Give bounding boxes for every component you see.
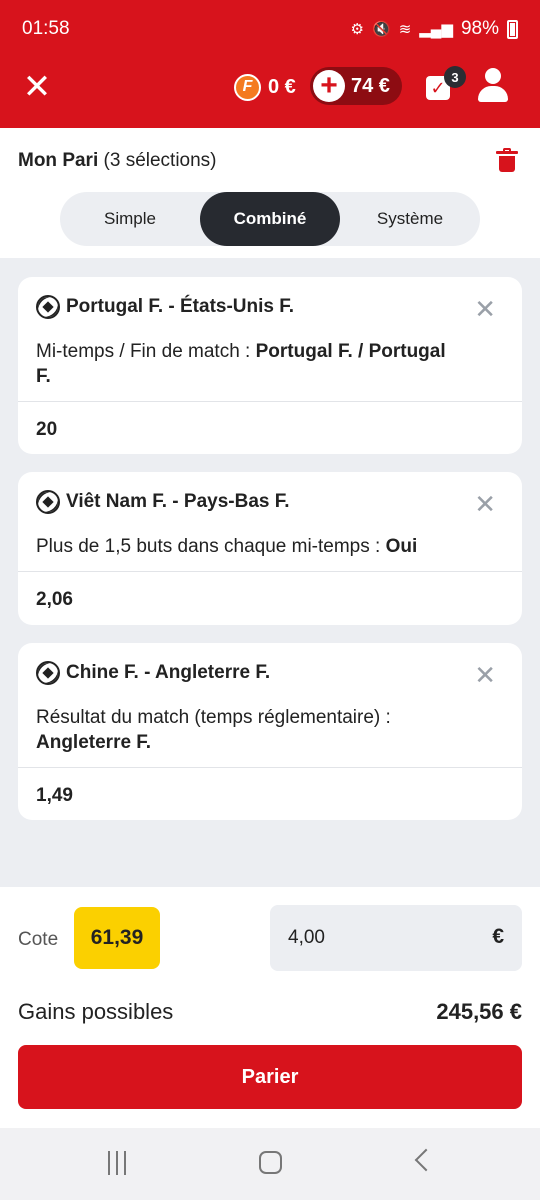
tab-combine[interactable]: Combiné	[200, 192, 340, 246]
selection-card: Viêt Nam F. - Pays-Bas F. ✕ Plus de 1,5 …	[18, 472, 522, 625]
wifi-icon: ≋	[398, 21, 412, 38]
home-icon[interactable]	[259, 1151, 282, 1174]
selection-odds: 1,49	[36, 785, 73, 806]
selection-odds: 2,06	[36, 589, 73, 610]
balance-amount: 74 €	[351, 74, 390, 97]
tab-systeme[interactable]: Système	[340, 192, 480, 246]
betslip-button[interactable]: ✓ 3	[424, 66, 466, 102]
selection-market: Mi-temps / Fin de match : Portugal F. / …	[36, 339, 456, 389]
close-icon[interactable]: ✕	[22, 70, 52, 104]
card-divider	[18, 571, 522, 572]
stake-field[interactable]: 4,00 €	[270, 905, 522, 971]
place-bet-button[interactable]: Parier	[18, 1045, 522, 1109]
battery-icon	[507, 19, 518, 39]
bet-summary: Cote 61,39 4,00 € Gains possibles 245,56…	[0, 887, 540, 1128]
remove-selection-icon[interactable]: ✕	[474, 491, 496, 517]
selection-market: Plus de 1,5 buts dans chaque mi-temps : …	[36, 534, 456, 559]
selection-card: Chine F. - Angleterre F. ✕ Résultat du m…	[18, 643, 522, 820]
football-icon	[36, 295, 60, 319]
status-icons: ⚙ 🔇 ≋ ▂▄▆ 98%	[351, 18, 518, 40]
freebet-icon: F	[234, 73, 261, 101]
football-icon	[36, 661, 60, 685]
cote-label: Cote	[18, 929, 59, 950]
status-bar: 01:58 ⚙ 🔇 ≋ ▂▄▆ 98%	[0, 0, 540, 58]
stake-input[interactable]: 4,00	[288, 927, 325, 949]
recent-apps-icon-bar	[124, 1151, 126, 1175]
betslip-count-badge: 3	[444, 66, 466, 88]
trash-icon[interactable]	[496, 148, 520, 174]
bet-header: Mon Pari (3 sélections) Simple Combiné S…	[0, 128, 540, 258]
bet-selection-count: (3 sélections)	[103, 150, 217, 171]
user-icon-body	[478, 86, 508, 102]
user-icon[interactable]	[478, 68, 508, 104]
football-icon	[36, 490, 60, 514]
signal-icon: ▂▄▆	[419, 21, 453, 38]
bet-type-tabs: Simple Combiné Système	[60, 192, 480, 246]
battery-saver-icon: ⚙	[350, 21, 364, 38]
trash-icon-can	[499, 156, 515, 172]
selection-pick: Angleterre F.	[36, 732, 152, 753]
back-icon[interactable]	[414, 1148, 438, 1172]
tab-simple[interactable]: Simple	[60, 192, 200, 246]
selection-market: Résultat du match (temps réglementaire) …	[36, 705, 456, 755]
freebet-balance[interactable]: F 0 €	[234, 72, 296, 102]
mute-icon: 🔇	[372, 21, 391, 38]
freebet-amount: 0 €	[268, 75, 296, 98]
card-divider	[18, 401, 522, 402]
plus-icon: +	[313, 70, 345, 102]
total-odds-badge: 61,39	[74, 907, 160, 969]
recent-apps-icon-bar	[108, 1151, 110, 1175]
trash-icon-lid	[496, 151, 518, 154]
selection-match: Chine F. - Angleterre F.	[36, 661, 270, 685]
stake-currency: €	[492, 925, 504, 948]
bet-title: Mon Pari (3 sélections)	[18, 150, 217, 172]
selection-match-name: Portugal F. - États-Unis F.	[66, 296, 295, 317]
selection-match-name: Viêt Nam F. - Pays-Bas F.	[66, 491, 290, 512]
battery-level: 98%	[460, 18, 499, 39]
bet-title-label: Mon Pari	[18, 150, 99, 171]
potential-gains-value: 245,56 €	[436, 999, 522, 1024]
selection-card: Portugal F. - États-Unis F. ✕ Mi-temps /…	[18, 277, 522, 454]
app-header: ✕ F 0 € + 74 € ✓ 3	[0, 58, 540, 128]
selection-market-name: Plus de 1,5 buts dans chaque mi-temps :	[36, 536, 386, 557]
recent-apps-icon[interactable]	[108, 1151, 132, 1175]
remove-selection-icon[interactable]: ✕	[474, 296, 496, 322]
system-nav-bar	[0, 1128, 540, 1200]
selection-market-name: Résultat du match (temps réglementaire) …	[36, 707, 391, 728]
selection-match-name: Chine F. - Angleterre F.	[66, 662, 271, 683]
status-time: 01:58	[22, 18, 70, 39]
potential-gains-label: Gains possibles	[18, 999, 174, 1024]
user-icon-head	[485, 68, 501, 84]
selection-pick: Oui	[385, 536, 418, 557]
selection-market-name: Mi-temps / Fin de match :	[36, 341, 256, 362]
recent-apps-icon-bar	[116, 1151, 118, 1175]
deposit-balance-button[interactable]: + 74 €	[310, 67, 402, 105]
remove-selection-icon[interactable]: ✕	[474, 662, 496, 688]
card-divider	[18, 767, 522, 768]
selection-match: Portugal F. - États-Unis F.	[36, 295, 294, 319]
selection-odds: 20	[36, 419, 58, 440]
selection-match: Viêt Nam F. - Pays-Bas F.	[36, 490, 290, 514]
